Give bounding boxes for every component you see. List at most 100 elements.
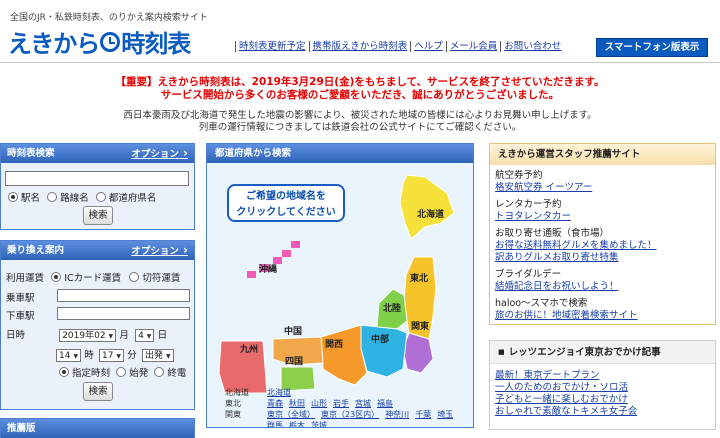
label-shikoku[interactable]: 四国 (285, 354, 303, 367)
label-kanto[interactable]: 関東 (411, 319, 429, 332)
link-toyota-rentacar[interactable]: トヨタレンタカー (495, 211, 571, 222)
third-panel-title: 推薦版 (7, 423, 36, 434)
to-station-input[interactable] (57, 307, 190, 320)
label-hokkaido[interactable]: 北海道 (417, 207, 444, 220)
info-line-1: 西日本豪雨及び北海道で発生した地震の影響により、被災された地域の皆様には心よりお… (123, 110, 597, 121)
article-link[interactable]: 最新！東京デートプラン (495, 370, 715, 382)
radio-ic-fare[interactable]: ICカード運賃 (51, 272, 121, 284)
pref-link[interactable]: 岩手 (333, 398, 349, 409)
label-okinawa[interactable]: 沖縄 (259, 262, 277, 275)
region-kanto[interactable] (402, 332, 434, 374)
month-unit: 月 (119, 330, 129, 341)
pref-link[interactable]: 青森 (267, 398, 283, 409)
pref-link[interactable]: 宮城 (355, 398, 371, 409)
departure-mode-select[interactable]: 出発 (141, 348, 174, 362)
transfer-search-header: 乗り換え案内 オプション (1, 241, 194, 260)
radio-first-train[interactable]: 始発 (116, 367, 148, 379)
pref-row-kanto: 関東 東京（全域） 東京（23区内） 神奈川 千葉 埼玉 (225, 409, 454, 420)
pref-link[interactable]: 群馬 (267, 420, 283, 427)
timetable-search-panel: 時刻表検索 オプション 駅名 路線名 都道府県名 検索 (0, 143, 195, 230)
map-panel-title: 都道府県から検索 (215, 148, 292, 159)
site-logo[interactable]: えきから 時刻表 (8, 24, 191, 59)
header: 全国のJR・私鉄時刻表、のりかえ案内検索サイト えきから 時刻表 時刻表更新予定… (0, 0, 720, 63)
notice-line-1: 【重要】えきから時刻表は、2019年3月29日(金)をもちまして、サービスを終了… (115, 76, 605, 88)
pref-link[interactable]: 秋田 (289, 398, 305, 409)
pref-link[interactable]: 東京（23区内） (321, 409, 379, 420)
logo-text-part2: 時刻表 (121, 30, 191, 58)
nav-update-schedule[interactable]: 時刻表更新予定 (235, 41, 309, 52)
transfer-search-button[interactable]: 検索 (83, 382, 113, 401)
pref-link[interactable]: 福島 (377, 398, 393, 409)
section-rental-car: レンタカー予約 トヨタレンタカー (495, 199, 572, 222)
third-panel-header: 推薦版 (1, 419, 194, 438)
article-link[interactable]: 一人のためのおでかけ・ソロ活 (495, 382, 715, 394)
pref-row-tohoku: 東北 青森 秋田 山形 岩手 宮城 福島 (225, 398, 393, 409)
day-unit: 日 (157, 330, 168, 341)
hour-select[interactable]: 14 (56, 348, 82, 362)
timetable-option-link[interactable]: オプション (131, 144, 188, 164)
staff-picks-title: えきから運営スタッフ推薦サイト (490, 144, 715, 165)
radio-prefecture-name[interactable]: 都道府県名 (95, 192, 156, 204)
radio-last-train[interactable]: 終電 (154, 367, 186, 379)
label-chubu[interactable]: 中部 (371, 332, 389, 345)
label-hokuriku[interactable]: 北陸 (383, 301, 401, 314)
nav-mobile-version[interactable]: 携帯版えきから時刻表 (308, 41, 411, 52)
notice-line-2: サービス開始から多くのお客様のご愛顧をいただき、誠にありがとうございました。 (160, 89, 560, 101)
radio-ticket-fare[interactable]: 切符運賃 (129, 272, 180, 284)
time-row: 14 時 17 分 出発 (56, 347, 174, 362)
radio-specified-time[interactable]: 指定時刻 (59, 367, 110, 379)
section-bridal: ブライダルデー 結婚記念日をお祝いしよう！ (495, 269, 619, 292)
label-kansai[interactable]: 関西 (325, 337, 343, 350)
link-etour[interactable]: 格安航空券 イーツアー (495, 182, 592, 193)
link-outlet-gourmet[interactable]: 訳ありグルメお取り寄せ特集 (495, 252, 619, 263)
pref-link[interactable]: 神奈川 (385, 409, 409, 420)
transfer-option-link[interactable]: オプション (131, 241, 188, 261)
pref-link[interactable]: 栃木 (289, 420, 305, 427)
section-air-tickets: 航空券予約 格安航空券 イーツアー (495, 170, 593, 193)
third-panel: 推薦版 (0, 418, 195, 438)
minute-select[interactable]: 17 (98, 348, 125, 362)
article-link[interactable]: おしゃれで素敵なトキメキ女子会 (495, 406, 715, 418)
pref-link[interactable]: 東京（全域） (267, 409, 315, 420)
section-gourmet: お取り寄せ通販（食市場） お得な送料無料グルメを集めました！ 訳ありグルメお取り… (495, 228, 657, 263)
pref-link[interactable]: 埼玉 (437, 409, 453, 420)
link-free-shipping-gourmet[interactable]: お得な送料無料グルメを集めました！ (495, 240, 657, 251)
nav-help[interactable]: ヘルプ (410, 41, 446, 52)
label-chugoku[interactable]: 中国 (284, 324, 302, 337)
nav-contact[interactable]: お問い合わせ (500, 41, 564, 52)
pref-row-hokkaido: 北海道 北海道 (225, 387, 291, 398)
pref-link[interactable]: 山形 (311, 398, 327, 409)
pref-link[interactable]: 千葉 (415, 409, 431, 420)
article-link[interactable]: 子どもと一緒に楽しむおでかけ (495, 394, 715, 406)
lets-enjoy-panel: レッツエンジョイ東京おでかけ記事 最新！東京デートプラン 一人のためのおでかけ・… (489, 340, 716, 430)
date-label: 日時 (6, 330, 26, 341)
year-month-select[interactable]: 2019年02 (59, 328, 117, 342)
date-row: 日時 2019年02 月 4 日 (6, 327, 167, 342)
timetable-search-button[interactable]: 検索 (83, 206, 113, 225)
timetable-search-title: 時刻表検索 (7, 148, 55, 159)
day-select[interactable]: 4 (135, 328, 155, 342)
info-line-2: 列車の運行情報につきましては鉄道会社の公式サイトにてご確認ください。 (198, 122, 522, 133)
radio-station-name[interactable]: 駅名 (8, 192, 40, 204)
link-local-search[interactable]: 旅のお供に！地域密着検索サイト (495, 310, 638, 321)
time-type-radios: 指定時刻 始発 終電 (59, 365, 186, 379)
label-tohoku[interactable]: 東北 (410, 271, 428, 284)
disaster-info: 西日本豪雨及び北海道で発生した地震の影響により、被災された地域の皆様には心よりお… (0, 110, 720, 134)
clock-icon (100, 31, 121, 52)
from-station-input[interactable] (57, 289, 190, 302)
region-kansai[interactable] (320, 324, 368, 386)
minute-unit: 分 (127, 350, 137, 361)
radio-line-name[interactable]: 路線名 (47, 192, 89, 204)
staff-recommended-panel: えきから運営スタッフ推薦サイト 航空券予約 格安航空券 イーツアー レンタカー予… (489, 143, 716, 325)
timetable-search-header: 時刻表検索 オプション (1, 144, 194, 163)
pref-link[interactable]: 北海道 (267, 387, 291, 398)
pref-link[interactable]: 茨城 (311, 420, 327, 427)
label-kyushu[interactable]: 九州 (240, 342, 258, 355)
smartphone-view-button[interactable]: スマートフォン版表示 (596, 38, 708, 57)
link-anniversary[interactable]: 結婚記念日をお祝いしよう！ (495, 281, 619, 292)
hour-unit: 時 (84, 350, 94, 361)
transfer-search-panel: 乗り換え案内 オプション 利用運賃 ICカード運賃 切符運賃 乗車駅 下車駅 日… (0, 240, 195, 410)
station-search-input[interactable] (5, 171, 189, 186)
nav-mail-member[interactable]: メール会員 (445, 41, 501, 52)
from-station-label: 乗車駅 (6, 293, 35, 304)
